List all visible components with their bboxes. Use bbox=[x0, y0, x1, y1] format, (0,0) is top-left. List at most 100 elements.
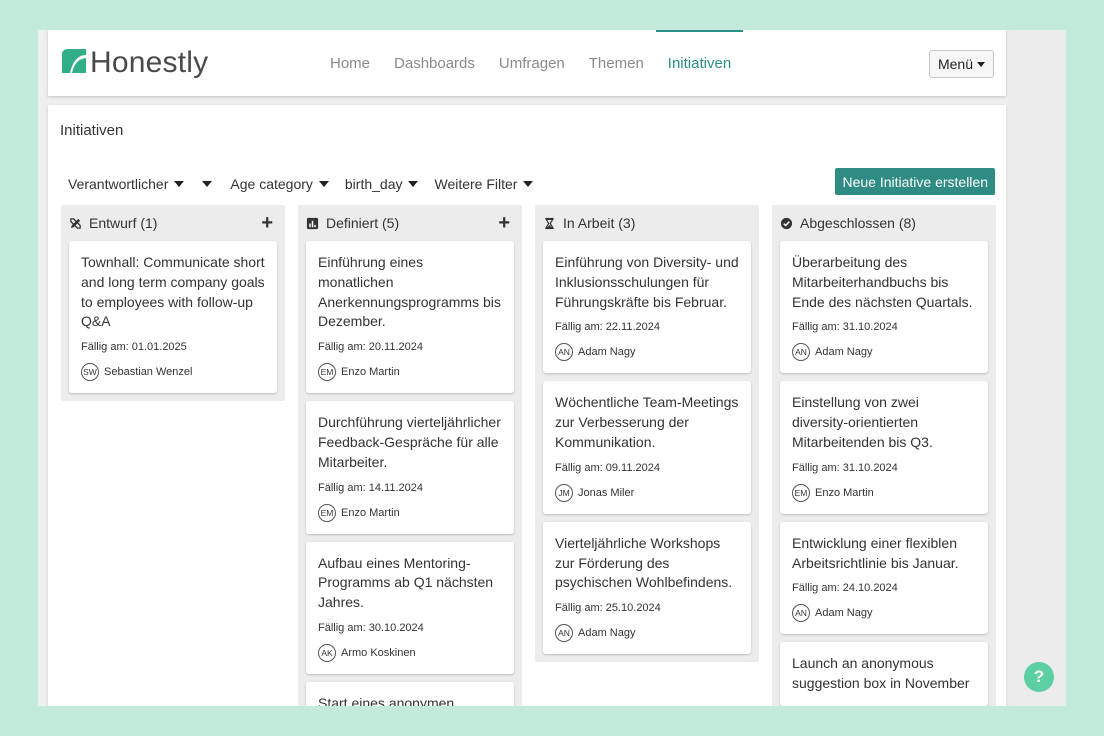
initiative-card[interactable]: Aufbau eines Mentoring-Programms ab Q1 n… bbox=[306, 541, 514, 674]
avatar: JM bbox=[555, 483, 573, 502]
new-initiative-button[interactable]: Neue Initiative erstellen bbox=[835, 168, 995, 195]
card-due-date: Fällig am: 14.11.2024 bbox=[318, 481, 423, 494]
kanban-column: Abgeschlossen (8) Überarbeitung des Mitar… bbox=[772, 205, 996, 706]
initiative-card[interactable]: Start eines anonymen bbox=[306, 681, 514, 706]
column-header: Definiert (5) + bbox=[298, 205, 522, 241]
card-title: Wöchentliche Team-Meetings zur Verbesser… bbox=[555, 394, 739, 450]
card-title: Aufbau eines Mentoring-Programms ab Q1 n… bbox=[318, 554, 494, 611]
column-header: Entwurf (1) + bbox=[61, 205, 285, 241]
initiative-card[interactable]: Einführung von Diversity- und Inklusions… bbox=[543, 241, 751, 374]
kanban-column: Definiert (5) + Einführung eines monatlich… bbox=[298, 205, 522, 706]
initiatives-page: Initiativen Verantwortlicher Age categor… bbox=[48, 105, 1006, 706]
card-owner: EM Enzo Martin bbox=[792, 483, 976, 502]
caret-down-icon bbox=[408, 181, 419, 187]
card-title: Entwicklung einer flexiblen Arbeitsricht… bbox=[792, 534, 959, 571]
card-owner: AK Armo Koskinen bbox=[318, 643, 502, 662]
card-owner: EM Enzo Martin bbox=[318, 503, 502, 522]
filter-age-label: Age category bbox=[230, 176, 313, 192]
kanban-column: In Arbeit (3) Einführung von Diversity- u… bbox=[535, 205, 759, 663]
nav-home[interactable]: Home bbox=[318, 30, 382, 96]
menu-button[interactable]: Menü bbox=[928, 50, 994, 78]
owner-name: Adam Nagy bbox=[578, 346, 636, 359]
filter-owner[interactable]: Verantwortlicher bbox=[60, 173, 192, 195]
card-title: Launch an anonymous suggestion box in No… bbox=[792, 655, 970, 692]
card-owner: AN Adam Nagy bbox=[792, 604, 976, 623]
card-title: Einführung eines monatlichen Anerkennung… bbox=[318, 254, 501, 330]
filter-more[interactable]: Weitere Filter bbox=[426, 173, 541, 195]
caret-down-icon bbox=[318, 181, 329, 187]
initiative-card[interactable]: Einstellung von zwei diversity-orientier… bbox=[780, 381, 988, 514]
card-due-date: Fällig am: 20.11.2024 bbox=[318, 341, 423, 354]
caret-down-icon bbox=[174, 181, 185, 187]
chart-icon bbox=[306, 217, 319, 230]
initiative-card[interactable]: Überarbeitung des Mitarbeiterhandbuchs b… bbox=[780, 241, 988, 374]
card-due-date: Fällig am: 24.10.2024 bbox=[792, 582, 898, 595]
column-title: Entwurf (1) bbox=[89, 215, 158, 231]
card-due-date: Fällig am: 01.01.2025 bbox=[81, 341, 187, 354]
initiative-card[interactable]: Einführung eines monatlichen Anerkennung… bbox=[306, 241, 514, 394]
initiative-card[interactable]: Townhall: Communicate short and long ter… bbox=[69, 241, 277, 394]
card-due-date: Fällig am: 31.10.2024 bbox=[792, 321, 898, 334]
initiative-card[interactable]: Launch an anonymous suggestion box in No… bbox=[780, 642, 988, 706]
initiative-card[interactable]: Vierteljährliche Workshops zur Förderung… bbox=[543, 521, 751, 655]
card-owner: JM Jonas Miler bbox=[555, 483, 739, 502]
column-title: In Arbeit (3) bbox=[563, 215, 636, 231]
initiative-card[interactable]: Wöchentliche Team-Meetings zur Verbesser… bbox=[543, 381, 751, 514]
honestly-logo-icon bbox=[60, 47, 88, 80]
owner-name: Adam Nagy bbox=[815, 346, 873, 359]
avatar: AK bbox=[318, 643, 336, 662]
page-title: Initiativen bbox=[60, 122, 124, 139]
nav-dashboards[interactable]: Dashboards bbox=[382, 30, 487, 96]
caret-down-icon bbox=[202, 181, 213, 187]
card-due-date: Fällig am: 22.11.2024 bbox=[555, 321, 660, 334]
owner-name: Armo Koskinen bbox=[341, 646, 416, 659]
filter-more-label: Weitere Filter bbox=[434, 176, 518, 192]
menu-button-label: Menü bbox=[937, 56, 973, 72]
pencil-ruler-icon bbox=[69, 217, 82, 230]
kanban-column: Entwurf (1) + Townhall: Communicate short … bbox=[61, 205, 285, 402]
check-circle-icon bbox=[780, 217, 793, 230]
add-card-button[interactable]: + bbox=[498, 213, 510, 233]
card-title: Townhall: Communicate short and long ter… bbox=[81, 254, 265, 330]
card-owner: AN Adam Nagy bbox=[792, 343, 976, 362]
nav-umfragen[interactable]: Umfragen bbox=[487, 30, 577, 96]
owner-name: Enzo Martin bbox=[815, 486, 874, 499]
filter-age-category[interactable]: Age category bbox=[222, 173, 337, 195]
column-title: Definiert (5) bbox=[326, 215, 400, 231]
card-owner: EM Enzo Martin bbox=[318, 363, 502, 382]
owner-name: Sebastian Wenzel bbox=[104, 366, 193, 379]
avatar: SW bbox=[81, 363, 99, 382]
main-nav: Home Dashboards Umfragen Themen Initiati… bbox=[318, 30, 744, 96]
initiative-card[interactable]: Durchführung vierteljährlicher Feedback-… bbox=[306, 401, 514, 534]
owner-name: Adam Nagy bbox=[815, 607, 873, 620]
app-window: Honestly Home Dashboards Umfragen Themen… bbox=[38, 30, 1066, 706]
hourglass-icon bbox=[543, 217, 556, 230]
owner-name: Jonas Miler bbox=[578, 486, 635, 499]
card-title: Durchführung vierteljährlicher Feedback-… bbox=[318, 414, 501, 470]
owner-name: Adam Nagy bbox=[578, 627, 636, 640]
add-card-button[interactable]: + bbox=[261, 213, 273, 233]
column-header: In Arbeit (3) bbox=[535, 205, 759, 241]
card-title: Einführung von Diversity- und Inklusions… bbox=[555, 254, 739, 310]
filter-birthday[interactable]: birth_day bbox=[337, 173, 427, 195]
avatar: EM bbox=[318, 363, 336, 382]
owner-name: Enzo Martin bbox=[341, 366, 400, 379]
logo[interactable]: Honestly bbox=[60, 46, 208, 80]
nav-themen[interactable]: Themen bbox=[577, 30, 656, 96]
filter-unlabeled[interactable] bbox=[192, 173, 222, 195]
card-due-date: Fällig am: 09.11.2024 bbox=[555, 461, 660, 474]
column-header: Abgeschlossen (8) bbox=[772, 205, 996, 241]
initiative-card[interactable]: Entwicklung einer flexiblen Arbeitsricht… bbox=[780, 521, 988, 635]
card-owner: AN Adam Nagy bbox=[555, 624, 739, 643]
window-gutter bbox=[1008, 30, 1066, 706]
caret-down-icon bbox=[977, 61, 985, 67]
avatar: AN bbox=[792, 604, 810, 623]
card-title: Start eines anonymen bbox=[318, 694, 455, 706]
nav-initiativen[interactable]: Initiativen bbox=[655, 30, 744, 96]
card-title: Überarbeitung des Mitarbeiterhandbuchs b… bbox=[792, 254, 973, 310]
logo-text: Honestly bbox=[90, 46, 209, 79]
card-due-date: Fällig am: 30.10.2024 bbox=[318, 621, 424, 634]
help-button[interactable]: ? bbox=[1024, 662, 1054, 692]
owner-name: Enzo Martin bbox=[341, 506, 400, 519]
avatar: EM bbox=[792, 483, 810, 502]
